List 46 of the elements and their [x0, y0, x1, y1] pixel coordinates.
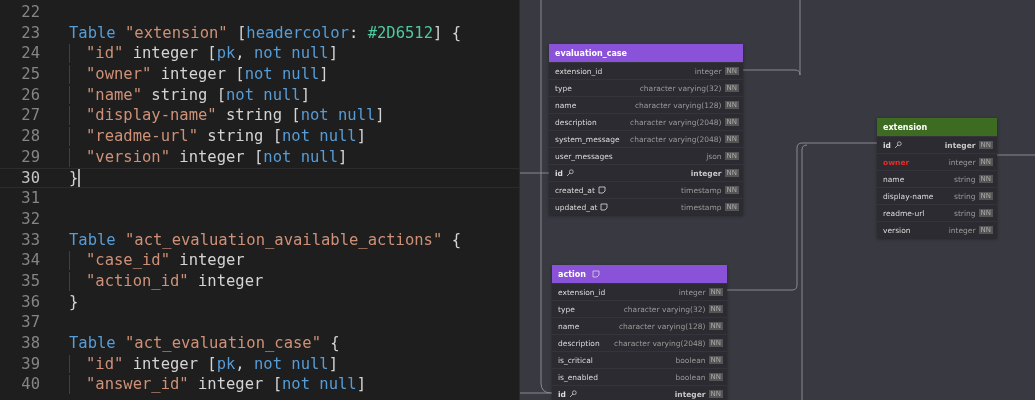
code-text: Table "extension" [headercolor: #2D6512] {: [69, 23, 461, 43]
code-text: "action_id" integer: [69, 271, 264, 291]
text-cursor: [78, 168, 81, 187]
code-text: "version" integer [not null]: [69, 147, 348, 167]
line-number: 22: [20, 2, 40, 23]
line-number: 27: [20, 105, 40, 127]
note-icon: [591, 270, 600, 278]
key-icon: [568, 390, 577, 398]
code-editor[interactable]: [0, 0, 520, 400]
table-name: action: [558, 269, 586, 279]
line-number: 24: [20, 43, 40, 65]
line-number: 30: [20, 167, 40, 189]
code-text: Table "act_evaluation_available_actions" {: [69, 230, 461, 250]
code-text: "id" integer [pk, not null]: [69, 354, 338, 374]
line-number: 34: [20, 250, 40, 271]
table-card[interactable]: [549, 44, 743, 215]
table-name: extension: [883, 122, 928, 132]
code-text: "case_id" integer: [69, 251, 245, 270]
code-text: "answer_id" integer [not null]: [69, 375, 366, 395]
line-number: 28: [20, 126, 40, 147]
line-number: 39: [20, 353, 40, 375]
key-icon: [565, 169, 574, 177]
code-text: "id" integer [pk, not null]: [69, 44, 338, 64]
line-number: 32: [20, 208, 40, 230]
code-text: "name" string [not null]: [69, 85, 310, 105]
line-number: 37: [20, 312, 40, 333]
line-number: 38: [20, 333, 40, 354]
line-number: 35: [20, 270, 40, 292]
line-number: 36: [20, 291, 40, 313]
code-text: }: [69, 168, 79, 188]
line-number: 40: [20, 374, 40, 396]
table-name: evaluation_case: [555, 48, 627, 58]
line-number: 31: [20, 188, 40, 209]
line-number: 29: [20, 146, 40, 168]
line-number: 23: [20, 22, 40, 44]
code-text: "display-name" string [not null]: [69, 106, 385, 126]
connector-line: [996, 154, 1035, 156]
code-text: "readme-url" string [not null]: [69, 127, 366, 146]
diagram-canvas[interactable]: [520, 0, 1035, 400]
line-number: 25: [20, 64, 40, 85]
line-number: 33: [20, 229, 40, 251]
key-icon: [893, 141, 902, 149]
line-number: 26: [20, 84, 40, 106]
code-text: Table "act_evaluation_case" {: [69, 334, 340, 353]
code-text: }: [69, 292, 79, 312]
code-text: "owner" integer [not null]: [69, 65, 329, 84]
